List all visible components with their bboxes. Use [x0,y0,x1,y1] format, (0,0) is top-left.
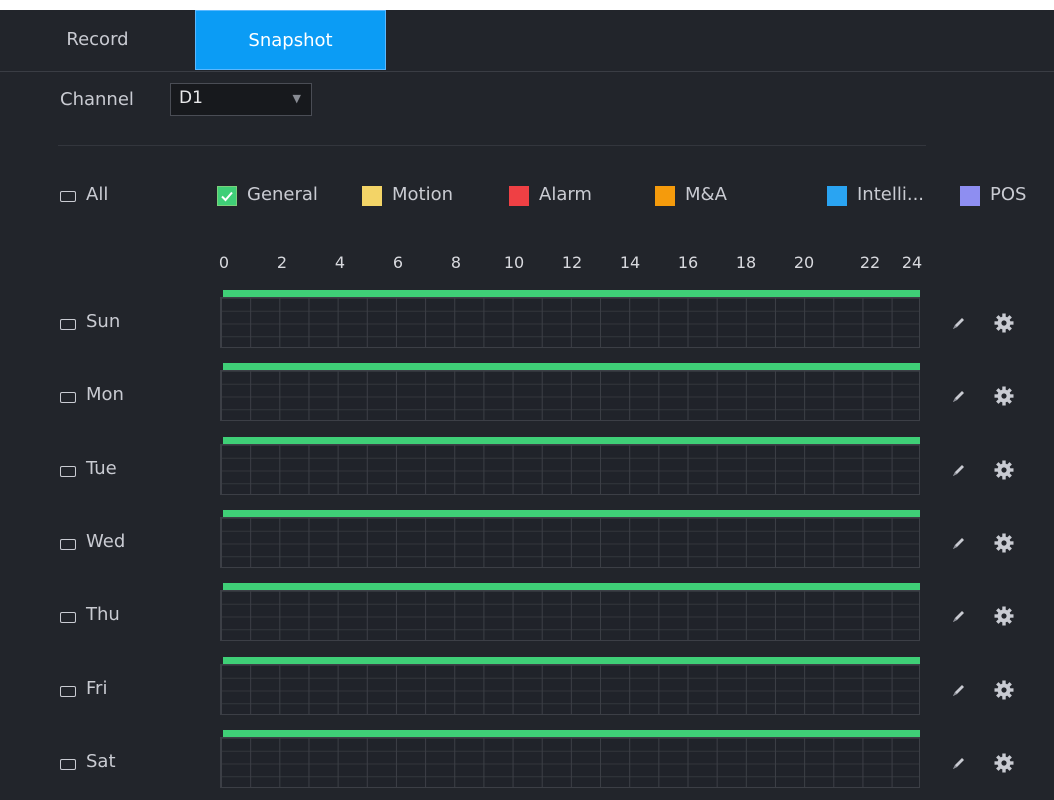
legend-swatch-intelli[interactable] [827,186,847,206]
gear-icon[interactable] [993,532,1015,558]
schedule-bar [223,657,920,664]
gear-icon[interactable] [993,752,1015,778]
pencil-icon[interactable] [950,461,968,483]
schedule-grid[interactable] [220,297,920,348]
day-label: Fri [86,678,108,699]
all-label: All [86,184,109,205]
day-checkbox[interactable] [60,319,76,330]
day-checkbox[interactable] [60,686,76,697]
channel-label: Channel [60,89,134,110]
schedule-grid[interactable] [220,370,920,421]
day-label: Thu [86,604,120,625]
legend-label: M&A [685,184,727,205]
hour-tick-label: 24 [901,253,923,272]
legend-label: Motion [392,184,454,205]
day-label: Sat [86,751,116,772]
pencil-icon[interactable] [950,314,968,336]
gear-icon[interactable] [993,312,1015,338]
gear-icon[interactable] [993,679,1015,705]
legend-swatch-pos[interactable] [960,186,980,206]
tab-record[interactable]: Record [0,10,195,70]
schedule-bar [223,510,920,517]
schedule-grid[interactable] [220,737,920,788]
legend-label: General [247,184,318,205]
day-checkbox[interactable] [60,466,76,477]
schedule-bar [223,437,920,444]
tab-snapshot[interactable]: Snapshot [195,10,386,70]
legend-label: Intelli... [857,184,925,205]
hour-tick-label: 8 [450,253,462,272]
hour-tick-label: 14 [619,253,641,272]
hour-tick-label: 12 [561,253,583,272]
legend-label: POS [990,184,1027,205]
legend-swatch-alarm[interactable] [509,186,529,206]
all-checkbox[interactable] [60,191,76,202]
pencil-icon[interactable] [950,681,968,703]
day-label: Tue [86,458,117,479]
hour-tick-label: 22 [859,253,881,272]
day-checkbox[interactable] [60,759,76,770]
hour-tick-label: 6 [392,253,404,272]
hour-tick-label: 2 [276,253,288,272]
channel-select-value: D1 [179,88,203,108]
schedule-bar [223,583,920,590]
schedule-grid[interactable] [220,517,920,568]
legend-swatch-motion[interactable] [362,186,382,206]
gear-icon[interactable] [993,459,1015,485]
check-icon [221,191,233,202]
hour-tick-label: 18 [735,253,757,272]
schedule-bar [223,290,920,297]
divider [58,145,926,146]
legend-swatch-m-a[interactable] [655,186,675,206]
hour-tick-label: 16 [677,253,699,272]
hour-tick-label: 0 [218,253,230,272]
schedule-bar [223,730,920,737]
hour-tick-label: 4 [334,253,346,272]
gear-icon[interactable] [993,385,1015,411]
day-checkbox[interactable] [60,612,76,623]
chevron-down-icon: ▼ [292,92,301,105]
pencil-icon[interactable] [950,754,968,776]
day-label: Wed [86,531,126,552]
channel-select[interactable]: D1 ▼ [170,83,312,116]
hour-tick-label: 20 [793,253,815,272]
legend-label: Alarm [539,184,592,205]
day-checkbox[interactable] [60,392,76,403]
tab-bar: Record Snapshot [0,10,1054,72]
day-label: Mon [86,384,124,405]
hour-tick-label: 10 [503,253,525,272]
pencil-icon[interactable] [950,387,968,409]
schedule-bar [223,363,920,370]
schedule-grid[interactable] [220,590,920,641]
gear-icon[interactable] [993,605,1015,631]
pencil-icon[interactable] [950,607,968,629]
pencil-icon[interactable] [950,534,968,556]
schedule-grid[interactable] [220,444,920,495]
day-label: Sun [86,311,121,332]
legend-swatch-general[interactable] [217,186,237,206]
schedule-grid[interactable] [220,664,920,715]
day-checkbox[interactable] [60,539,76,550]
